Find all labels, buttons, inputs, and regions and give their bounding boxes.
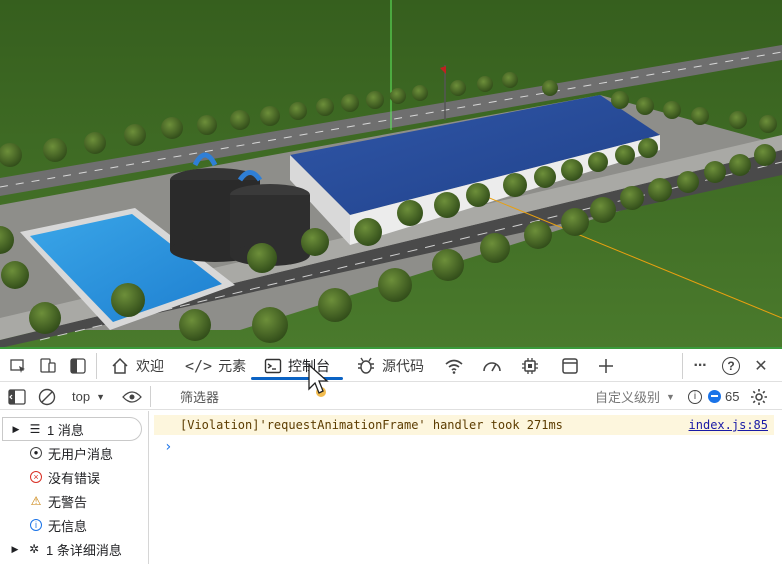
memory-icon[interactable] xyxy=(519,355,541,377)
list-icon: ☰ xyxy=(29,422,41,436)
toolbar-divider xyxy=(96,353,97,379)
toolbar-divider xyxy=(150,386,151,407)
console-message-violation[interactable]: [Violation]'requestAnimationFrame' handl… xyxy=(154,415,774,435)
code-icon: </> xyxy=(185,356,213,375)
home-icon xyxy=(112,357,128,374)
verbose-icon: ✲ xyxy=(28,542,40,556)
toolbar-divider xyxy=(682,353,683,379)
log-level-value: 自定义级别 xyxy=(595,390,661,405)
3d-viewport[interactable] xyxy=(0,0,782,348)
warning-icon: ⚠ xyxy=(30,494,42,508)
context-selector[interactable]: top ▼ xyxy=(72,383,105,410)
sidebar-item-verbose[interactable]: ▶ ✲ 1 条详细消息 xyxy=(0,537,148,561)
tab-elements-label: 元素 xyxy=(218,357,247,374)
log-level-selector[interactable]: 自定义级别 ▼ xyxy=(595,383,675,410)
tab-welcome-label: 欢迎 xyxy=(136,357,164,374)
add-tool-icon[interactable] xyxy=(595,355,617,377)
help-icon[interactable]: ? xyxy=(720,355,742,377)
help-glyph: ? xyxy=(722,357,740,375)
error-icon: × xyxy=(28,471,44,483)
issues-chat-icon xyxy=(708,390,721,403)
console-sidebar: ▶ ☰ 1 消息 ● 无用户消息 × 没有错误 ⚠ 无警告 i 无信息 ▶ ✲ … xyxy=(0,411,149,564)
console-messages: [Violation]'requestAnimationFrame' handl… xyxy=(150,411,782,564)
sidebar-item-user-messages[interactable]: ● 无用户消息 xyxy=(0,441,148,465)
application-icon[interactable] xyxy=(559,355,581,377)
devtools-panel: 欢迎 </> 元素 控制台 源代码 ··· xyxy=(0,349,782,564)
filter-input[interactable]: 筛选器 xyxy=(180,383,219,410)
context-value: top xyxy=(72,389,91,404)
sidebar-item-warnings[interactable]: ⚠ 无警告 xyxy=(0,489,148,513)
bug-icon xyxy=(358,357,374,374)
sidebar-item-label: 无警告 xyxy=(48,494,88,510)
mouse-pointer-icon xyxy=(308,363,329,397)
devtools-main-toolbar: 欢迎 </> 元素 控制台 源代码 ··· xyxy=(0,349,782,382)
console-prompt-chevron-icon[interactable]: › xyxy=(164,439,172,455)
tab-sources[interactable]: 源代码 xyxy=(356,349,424,382)
expand-triangle-icon: ▶ xyxy=(12,423,20,434)
sidebar-item-label: 无信息 xyxy=(48,518,88,534)
issues-count: 65 xyxy=(725,389,740,404)
close-icon[interactable]: ✕ xyxy=(750,355,772,377)
issues-info-icon[interactable]: i xyxy=(688,383,702,410)
network-icon[interactable] xyxy=(443,355,465,377)
device-emulation-icon[interactable] xyxy=(37,355,59,377)
tab-elements[interactable]: </> 元素 xyxy=(185,349,246,382)
sidebar-item-label: 1 条详细消息 xyxy=(46,542,122,558)
sidebar-item-label: 无用户消息 xyxy=(48,446,114,462)
more-icon[interactable]: ··· xyxy=(689,355,711,377)
chevron-down-icon: ▼ xyxy=(666,391,675,402)
user-icon: ● xyxy=(28,447,44,459)
scene-canvas[interactable] xyxy=(0,0,782,348)
sidebar-item-errors[interactable]: × 没有错误 xyxy=(0,465,148,489)
clear-console-icon[interactable] xyxy=(38,383,56,410)
settings-gear-icon[interactable] xyxy=(750,383,768,410)
inspect-element-icon[interactable] xyxy=(7,355,29,377)
issues-counter[interactable]: 65 xyxy=(708,383,739,410)
tab-sources-label: 源代码 xyxy=(382,357,424,374)
live-expression-eye-icon[interactable] xyxy=(122,383,142,410)
info-icon: i xyxy=(28,519,44,531)
sidebar-item-label: 1 消息 xyxy=(47,422,84,438)
console-icon xyxy=(264,358,282,373)
console-message-source-link[interactable]: index.js:85 xyxy=(689,418,768,432)
sidebar-item-info[interactable]: i 无信息 xyxy=(0,513,148,537)
toggle-sidebar-icon[interactable] xyxy=(67,355,89,377)
expand-triangle-icon: ▶ xyxy=(11,543,19,554)
console-sidebar-toggle-icon[interactable] xyxy=(8,383,26,410)
sidebar-item-all-messages[interactable]: ▶ ☰ 1 消息 xyxy=(2,417,142,441)
performance-icon[interactable] xyxy=(481,355,503,377)
sidebar-item-label: 没有错误 xyxy=(48,470,101,486)
chevron-down-icon: ▼ xyxy=(96,391,105,402)
console-message-text: [Violation]'requestAnimationFrame' handl… xyxy=(180,418,563,432)
console-toolbar: top ▼ 筛选器 自定义级别 ▼ i 65 xyxy=(0,383,782,410)
tab-welcome[interactable]: 欢迎 xyxy=(110,349,164,382)
